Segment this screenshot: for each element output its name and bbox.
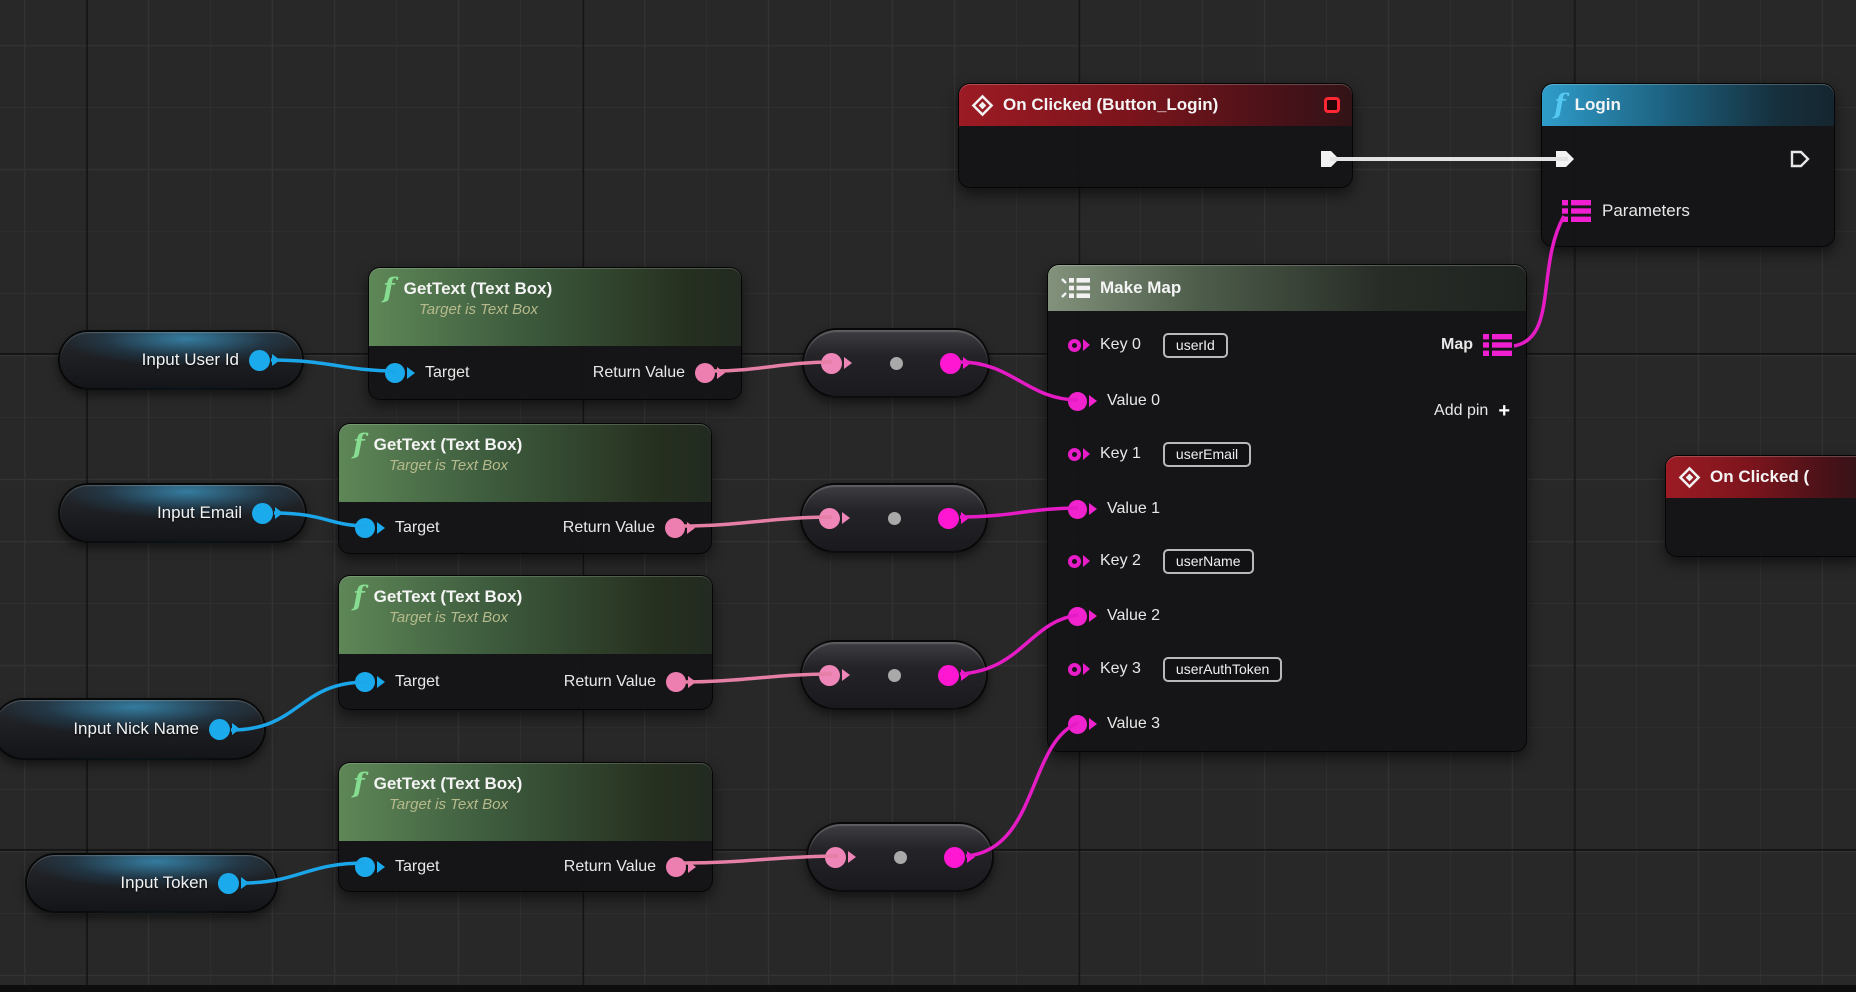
function-icon: f	[353, 587, 365, 607]
parameters-pin[interactable]: Parameters	[1562, 200, 1690, 222]
key0-value-input[interactable]: userId	[1163, 333, 1228, 358]
gettext-title: GetText (Text Box)	[374, 587, 523, 607]
event-diamond-icon	[971, 94, 994, 117]
node-gettext-2[interactable]: f GetText (Text Box) Target is Text Box …	[338, 423, 712, 554]
gettext-subtitle: Target is Text Box	[389, 609, 698, 626]
node-gettext-3[interactable]: f GetText (Text Box) Target is Text Box …	[338, 575, 713, 710]
parameters-label: Parameters	[1602, 201, 1690, 221]
event-node-title: On Clicked (Button_Login)	[1003, 95, 1218, 115]
viewport-bottom-edge	[0, 985, 1856, 992]
key1-value-input[interactable]: userEmail	[1163, 442, 1251, 467]
target-pin[interactable]: Target	[355, 518, 439, 538]
node-login[interactable]: f Login Parameters	[1541, 83, 1835, 247]
function-icon: f	[1554, 95, 1566, 115]
target-pin[interactable]: Target	[355, 857, 439, 877]
conversion-node-3[interactable]	[800, 640, 988, 710]
gettext-subtitle: Target is Text Box	[389, 457, 697, 474]
conversion-input-pin[interactable]	[819, 665, 850, 686]
variable-input-token[interactable]: Input Token	[25, 853, 278, 913]
event-diamond-icon	[1678, 466, 1701, 489]
conversion-input-pin[interactable]	[819, 508, 850, 529]
node-gettext-4[interactable]: f GetText (Text Box) Target is Text Box …	[338, 762, 713, 892]
variable-output-pin[interactable]	[252, 503, 283, 524]
key3-label: Key 3	[1100, 660, 1141, 678]
map-output-label: Map	[1441, 336, 1473, 354]
map-output-icon	[1483, 334, 1512, 356]
variable-input-nick-name[interactable]: Input Nick Name	[0, 698, 266, 760]
key0-pin-row[interactable]: Key 0 userId	[1068, 330, 1228, 360]
return-value-pin[interactable]: Return Value	[563, 518, 695, 538]
plus-icon: +	[1498, 402, 1510, 420]
key1-pin-row[interactable]: Key 1 userEmail	[1068, 439, 1251, 469]
node-on-clicked-partial[interactable]: On Clicked (	[1665, 455, 1856, 557]
gettext-title: GetText (Text Box)	[374, 774, 523, 794]
key3-pin-row[interactable]: Key 3 userAuthToken	[1068, 654, 1282, 684]
conversion-output-pin[interactable]	[938, 665, 969, 686]
blueprint-graph-canvas[interactable]: On Clicked (Button_Login) f Login	[0, 0, 1856, 992]
key3-value-input[interactable]: userAuthToken	[1163, 657, 1282, 682]
conversion-function-icon	[888, 669, 901, 682]
conversion-function-icon	[888, 512, 901, 525]
exec-out-pin[interactable]	[1318, 147, 1342, 171]
key1-label: Key 1	[1100, 445, 1141, 463]
value1-pin-row[interactable]: Value 1	[1068, 494, 1160, 524]
exec-out-pin-unconnected[interactable]	[1788, 147, 1812, 171]
conversion-function-icon	[890, 357, 903, 370]
conversion-input-pin[interactable]	[825, 847, 856, 868]
gettext-title: GetText (Text Box)	[374, 435, 523, 455]
make-map-title: Make Map	[1100, 278, 1181, 298]
make-map-icon	[1060, 278, 1090, 298]
map-pin-icon	[1562, 200, 1591, 222]
return-value-pin[interactable]: Return Value	[593, 363, 725, 383]
conversion-node-1[interactable]	[802, 328, 990, 398]
value0-label: Value 0	[1107, 392, 1160, 410]
function-icon: f	[383, 279, 395, 299]
value1-label: Value 1	[1107, 500, 1160, 518]
add-pin-button[interactable]: Add pin +	[1434, 396, 1510, 426]
conversion-function-icon	[894, 851, 907, 864]
conversion-output-pin[interactable]	[940, 353, 971, 374]
variable-input-user-id[interactable]: Input User Id	[58, 330, 304, 390]
node-gettext-1[interactable]: f GetText (Text Box) Target is Text Box …	[368, 267, 742, 400]
gettext-subtitle: Target is Text Box	[389, 796, 698, 813]
event-node-title: On Clicked (	[1710, 467, 1809, 487]
return-value-pin[interactable]: Return Value	[564, 672, 696, 692]
value2-pin-row[interactable]: Value 2	[1068, 601, 1160, 631]
exec-in-pin[interactable]	[1553, 147, 1577, 171]
value3-pin-row[interactable]: Value 3	[1068, 709, 1160, 739]
node-on-clicked-button-login[interactable]: On Clicked (Button_Login)	[958, 83, 1353, 188]
function-icon: f	[353, 774, 365, 794]
key0-label: Key 0	[1100, 336, 1141, 354]
conversion-input-pin[interactable]	[821, 353, 852, 374]
map-output-pin-row[interactable]: Map	[1441, 330, 1512, 360]
key2-label: Key 2	[1100, 552, 1141, 570]
value3-label: Value 3	[1107, 715, 1160, 733]
login-node-title: Login	[1575, 95, 1621, 115]
return-value-pin[interactable]: Return Value	[564, 857, 696, 877]
gettext-subtitle: Target is Text Box	[419, 301, 727, 318]
target-pin[interactable]: Target	[385, 363, 469, 383]
target-pin[interactable]: Target	[355, 672, 439, 692]
conversion-node-2[interactable]	[800, 483, 988, 553]
conversion-output-pin[interactable]	[938, 508, 969, 529]
variable-output-pin[interactable]	[209, 719, 240, 740]
gettext-title: GetText (Text Box)	[404, 279, 553, 299]
delegate-pin[interactable]	[1324, 97, 1340, 113]
conversion-node-4[interactable]	[806, 822, 994, 892]
node-make-map[interactable]: Make Map Key 0 userId Value 0 Key 1 user…	[1047, 264, 1527, 752]
key2-value-input[interactable]: userName	[1163, 549, 1254, 574]
value2-label: Value 2	[1107, 607, 1160, 625]
value0-pin-row[interactable]: Value 0	[1068, 386, 1160, 416]
variable-input-email[interactable]: Input Email	[58, 483, 307, 543]
conversion-output-pin[interactable]	[944, 847, 975, 868]
function-icon: f	[353, 435, 365, 455]
key2-pin-row[interactable]: Key 2 userName	[1068, 546, 1254, 576]
variable-output-pin[interactable]	[249, 350, 280, 371]
add-pin-label: Add pin	[1434, 402, 1488, 420]
variable-output-pin[interactable]	[218, 873, 249, 894]
